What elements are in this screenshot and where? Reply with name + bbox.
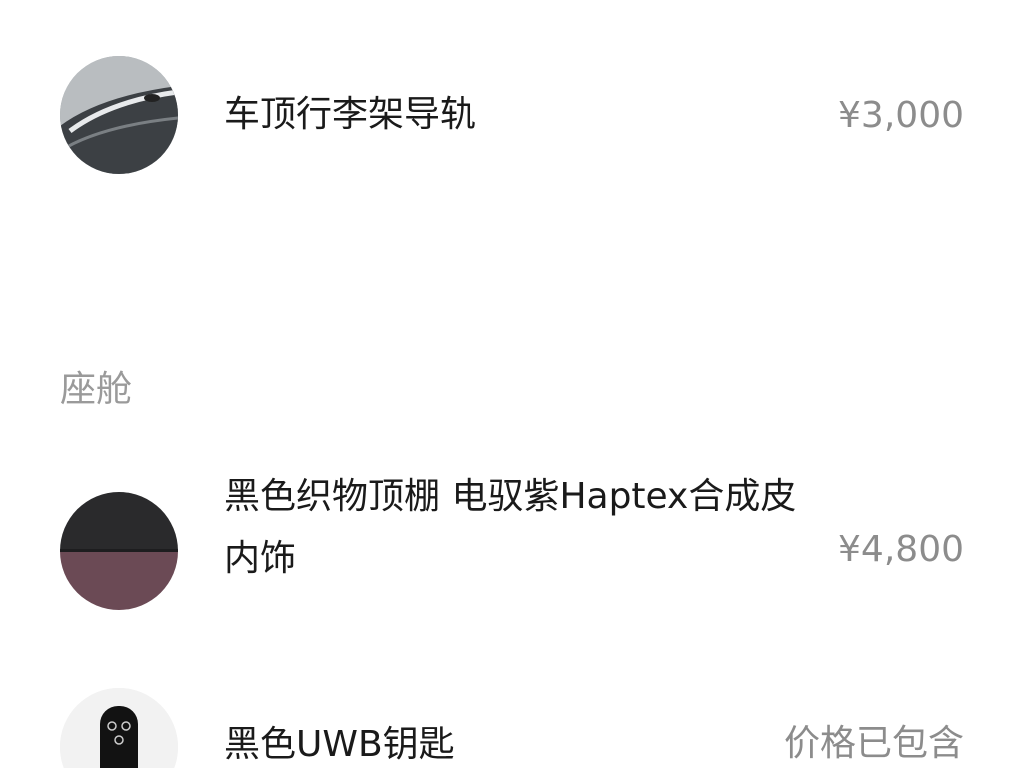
section-title-cabin: 座舱 xyxy=(60,369,133,410)
option-list-page: 车顶行李架导轨 ¥3,000 座舱 黑色织物顶棚 电驭紫Haptex合成皮内饰 … xyxy=(0,0,1024,768)
roof-rail-photo-icon xyxy=(60,56,178,174)
option-price: ¥4,800 xyxy=(838,529,964,570)
option-name: 黑色织物顶棚 电驭紫Haptex合成皮内饰 xyxy=(224,476,797,579)
option-row-uwb-key[interactable]: 黑色UWB钥匙 价格已包含 xyxy=(0,688,1024,768)
option-name: 车顶行李架导轨 xyxy=(224,94,477,135)
option-row-roof-rails[interactable]: 车顶行李架导轨 ¥3,000 xyxy=(0,56,1024,174)
option-price: ¥3,000 xyxy=(838,95,964,136)
option-price: 价格已包含 xyxy=(783,723,964,764)
car-key-photo-icon xyxy=(60,688,178,768)
option-row-interior[interactable]: 黑色织物顶棚 电驭紫Haptex合成皮内饰 ¥4,800 xyxy=(0,476,1024,610)
option-name: 黑色UWB钥匙 xyxy=(224,724,455,765)
interior-material-swatch-icon xyxy=(60,492,178,610)
